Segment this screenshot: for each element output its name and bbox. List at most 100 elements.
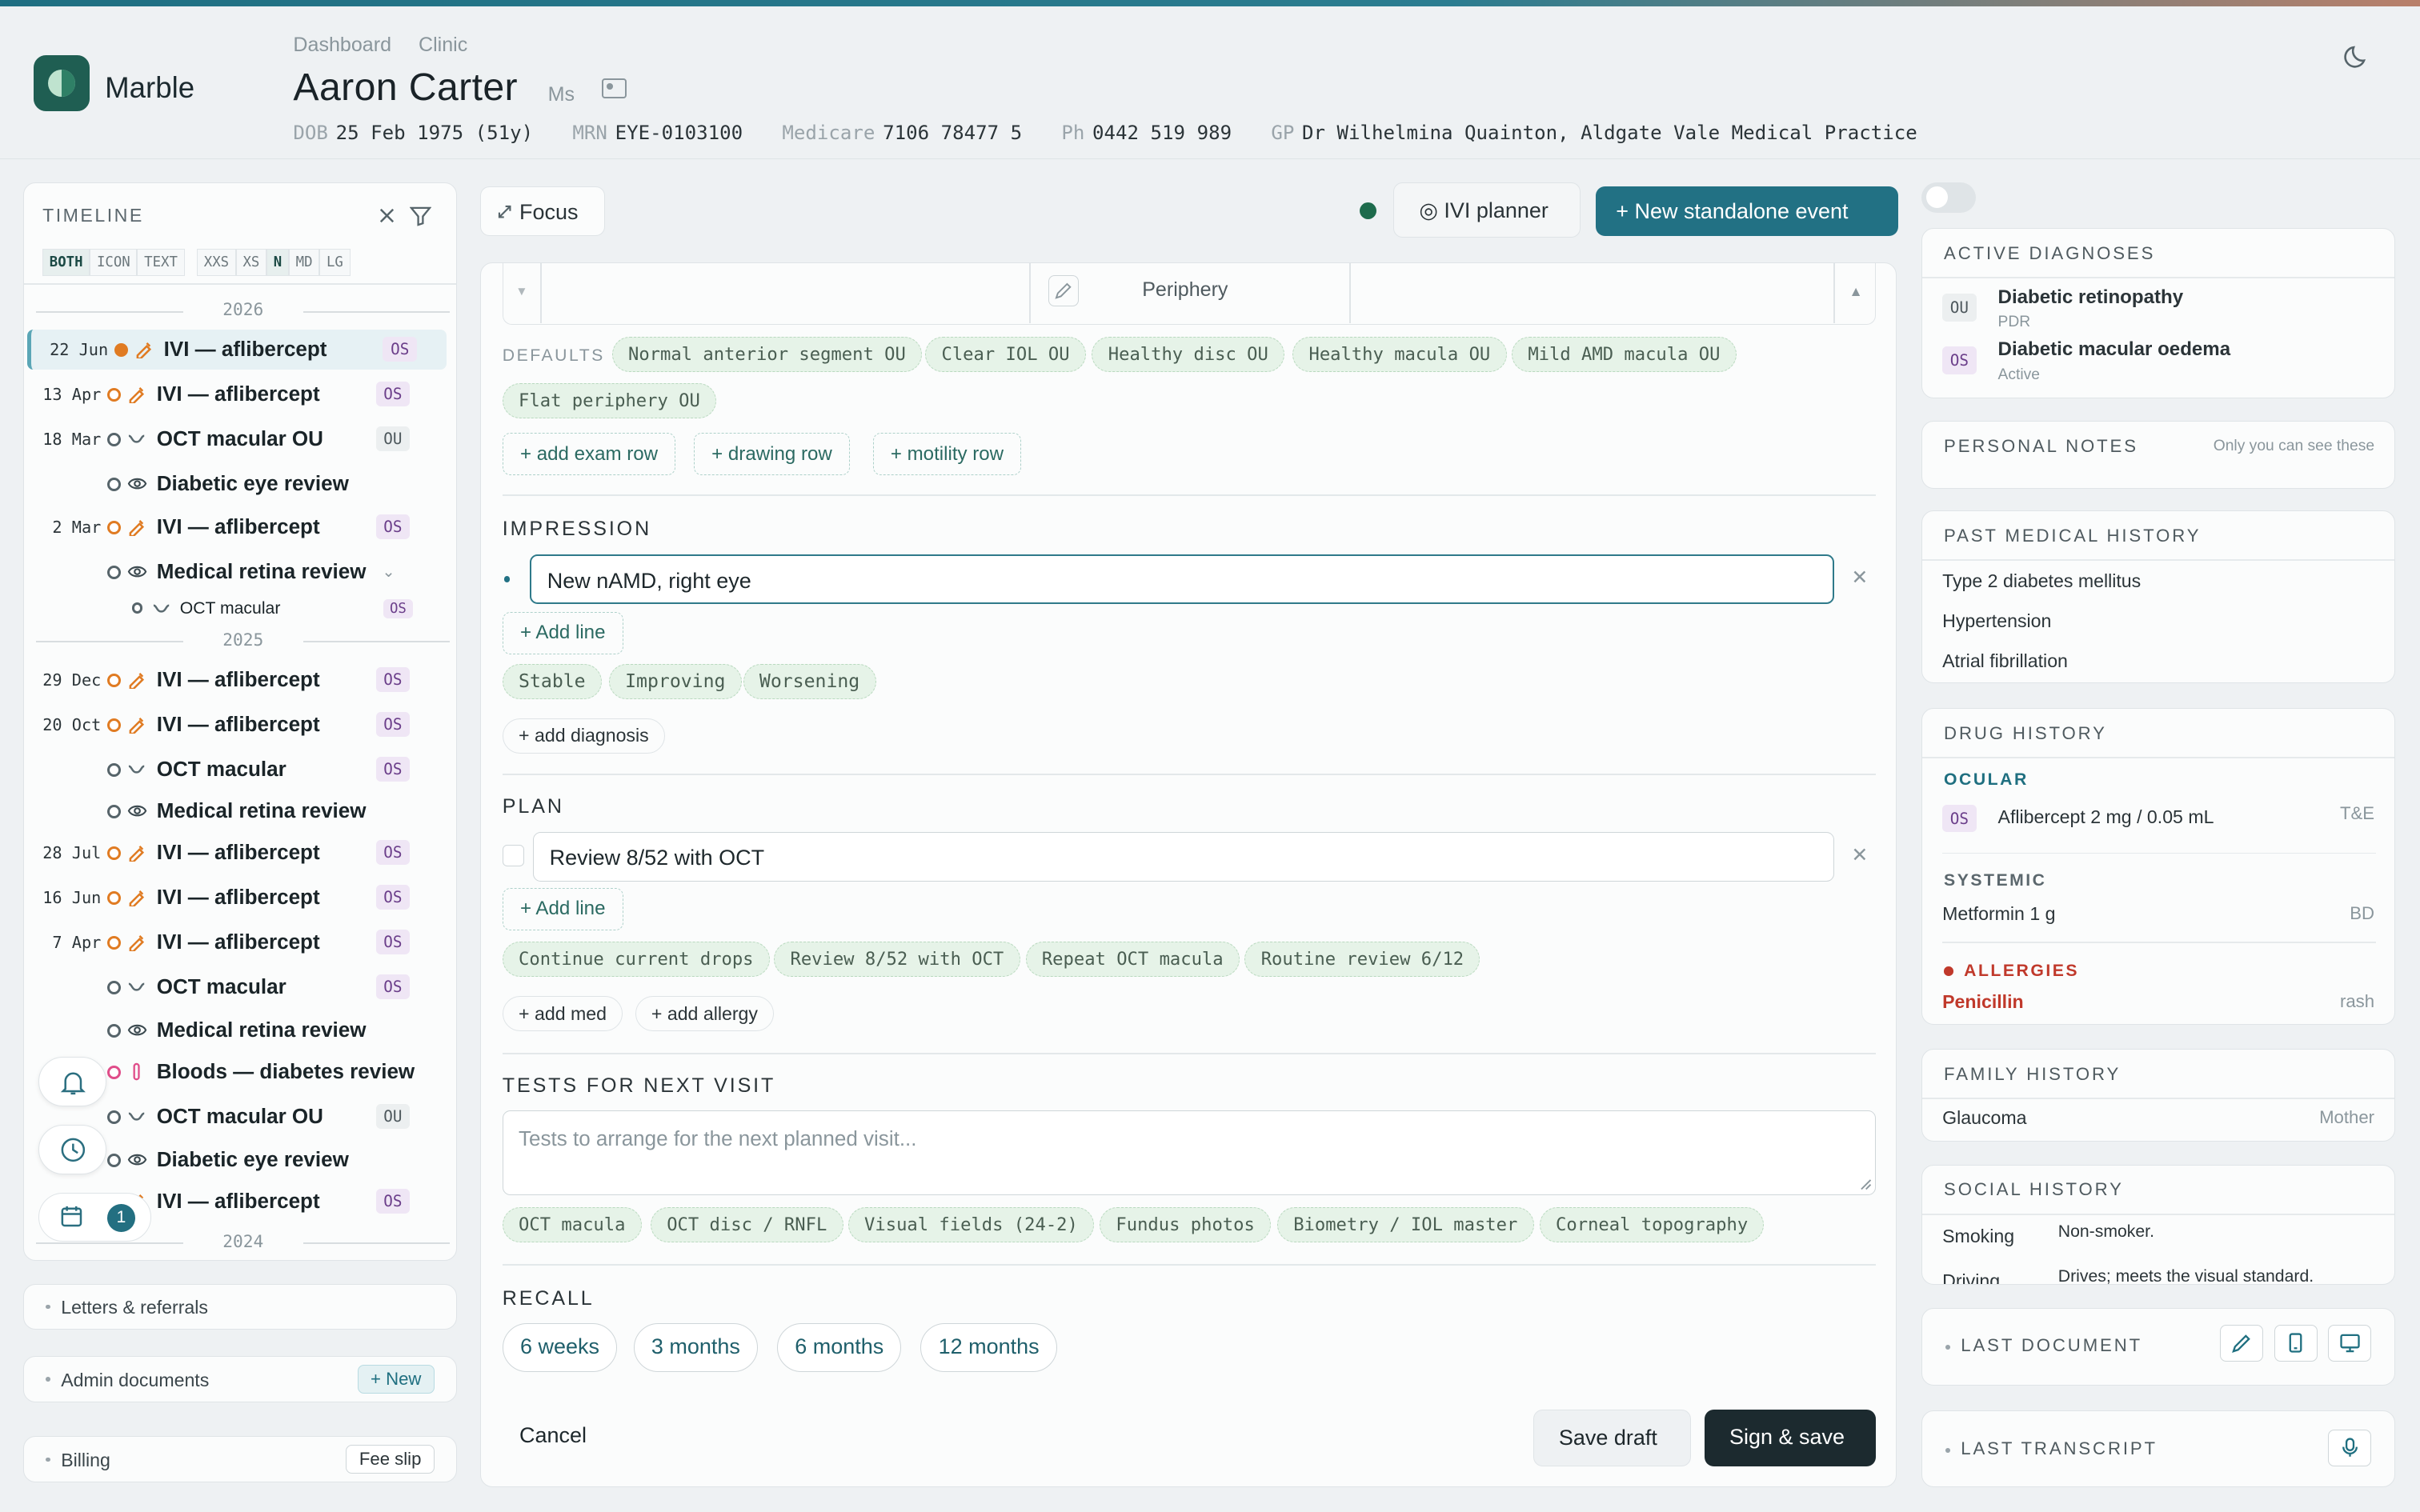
size-md[interactable]: MD (288, 249, 320, 277)
view-both[interactable]: BOTH (42, 249, 90, 277)
status-chip-improving[interactable]: Improving (608, 664, 742, 699)
id-card-icon[interactable] (602, 78, 627, 99)
calendar-button[interactable]: 1 (38, 1192, 151, 1242)
dark-mode-moon-icon[interactable] (2343, 43, 2371, 71)
add-allergy-button[interactable]: + add allergy (635, 995, 775, 1032)
timeline-event[interactable]: 28 Jul IVI — aflibercept OS (24, 832, 456, 872)
timeline-event[interactable]: 13 Apr IVI — aflibercept OS (24, 374, 456, 414)
social-value[interactable]: Drives; meets the visual standard. (2058, 1267, 2314, 1284)
new-standalone-event-button[interactable]: + New standalone event (1596, 186, 1899, 237)
save-draft-button[interactable]: Save draft (1533, 1409, 1691, 1467)
filter-icon[interactable] (410, 205, 432, 226)
allergy-name[interactable]: Penicillin (1942, 991, 2024, 1013)
size-xs[interactable]: XS (235, 249, 267, 277)
plan-add-line-button[interactable]: + Add line (502, 887, 623, 931)
size-xxs[interactable]: XXS (197, 249, 236, 277)
timeline-event[interactable]: OCT macular OS (24, 749, 456, 789)
default-chip[interactable]: Clear IOL OU (925, 337, 1086, 372)
edit-pencil-icon[interactable] (1048, 275, 1080, 306)
timeline-event[interactable]: 29 Dec IVI — aflibercept OS (24, 659, 456, 699)
plan-chip[interactable]: Continue current drops (502, 942, 770, 977)
sign-save-button[interactable]: Sign & save (1705, 1409, 1877, 1467)
test-chip[interactable]: Visual fields (24-2) (847, 1207, 1095, 1242)
last-document-card[interactable]: LAST DOCUMENT (1921, 1308, 2396, 1386)
breadcrumb-dashboard[interactable]: Dashboard (293, 34, 391, 56)
size-n[interactable]: N (266, 249, 289, 277)
row-down-icon[interactable]: ▼ (515, 285, 527, 299)
timeline-event[interactable]: 20 Oct IVI — aflibercept OS (24, 704, 456, 744)
timeline-event[interactable]: Medical retina review (24, 790, 456, 830)
diagnosis-name[interactable]: Diabetic retinopathy (1998, 286, 2184, 309)
recall-3-months[interactable]: 3 months (633, 1322, 759, 1373)
add-diagnosis-button[interactable]: + add diagnosis (502, 718, 665, 754)
timeline-event[interactable]: OCT macular OS (24, 589, 456, 629)
test-chip[interactable]: Biometry / IOL master (1276, 1207, 1534, 1242)
add-motility-row-button[interactable]: + motility row (872, 432, 1022, 476)
recall-12-months[interactable]: 12 months (920, 1322, 1057, 1373)
collapse-icon[interactable] (376, 205, 398, 226)
focus-button[interactable]: Focus (479, 186, 605, 237)
family-history-item[interactable]: Glaucoma (1942, 1107, 2026, 1129)
test-chip[interactable]: OCT macula (502, 1207, 642, 1242)
present-document-button[interactable] (2328, 1324, 2372, 1362)
timeline-event[interactable]: Medical retina review (24, 1010, 456, 1050)
recall-6-months[interactable]: 6 months (777, 1322, 902, 1373)
fee-slip-button[interactable]: Fee slip (346, 1445, 435, 1474)
remove-plan-icon[interactable]: ✕ (1851, 843, 1868, 867)
default-chip[interactable]: Flat periphery OU (502, 383, 717, 418)
letters-referrals-section[interactable]: Letters & referrals (22, 1283, 457, 1330)
cancel-button[interactable]: Cancel (519, 1423, 587, 1448)
test-chip[interactable]: Corneal topography (1539, 1207, 1765, 1242)
ivi-planner-button[interactable]: ◎ IVI planner (1393, 182, 1581, 238)
default-chip[interactable]: Healthy macula OU (1292, 337, 1507, 372)
impression-line-input[interactable]: New nAMD, right eye (530, 554, 1835, 605)
plan-chip[interactable]: Repeat OCT macula (1025, 942, 1240, 977)
panel-toggle[interactable] (1921, 182, 1976, 214)
status-chip-stable[interactable]: Stable (502, 664, 602, 699)
timeline-event[interactable]: 16 Jun IVI — aflibercept OS (24, 877, 456, 917)
size-lg[interactable]: LG (319, 249, 351, 277)
notifications-button[interactable] (38, 1057, 107, 1106)
default-chip[interactable]: Normal anterior segment OU (611, 337, 923, 372)
timeline-event[interactable]: Diabetic eye review (24, 464, 456, 504)
view-icon[interactable]: ICON (90, 249, 138, 277)
marble-logo[interactable] (34, 55, 90, 111)
add-drawing-row-button[interactable]: + drawing row (693, 432, 850, 476)
remove-impression-icon[interactable]: ✕ (1851, 566, 1868, 590)
default-chip[interactable]: Mild AMD macula OU (1512, 337, 1737, 372)
edit-document-button[interactable] (2220, 1324, 2264, 1362)
billing-section[interactable]: Billing Fee slip (22, 1436, 457, 1483)
add-med-button[interactable]: + add med (502, 995, 623, 1032)
pmh-item[interactable]: Atrial fibrillation (1942, 650, 2068, 672)
timeline-event[interactable]: 18 Mar OCT macular OU OU (24, 419, 456, 459)
row-up-icon[interactable]: ▲ (1849, 283, 1862, 300)
timeline-event[interactable]: 2 Mar IVI — aflibercept OS (24, 507, 456, 547)
view-text[interactable]: TEXT (137, 249, 185, 277)
plan-chip[interactable]: Review 8/52 with OCT (774, 942, 1020, 977)
mobile-document-button[interactable] (2274, 1324, 2318, 1362)
recall-6-weeks[interactable]: 6 weeks (502, 1322, 618, 1373)
admin-documents-section[interactable]: Admin documents + New (22, 1356, 457, 1403)
tests-textarea[interactable]: Tests to arrange for the next planned vi… (502, 1110, 1877, 1195)
social-value[interactable]: Non-smoker. (2058, 1222, 2154, 1242)
impression-add-line-button[interactable]: + Add line (502, 611, 623, 654)
ocular-drug-name[interactable]: Aflibercept 2 mg / 0.05 mL (1998, 806, 2214, 828)
plan-checkbox[interactable] (502, 844, 524, 866)
last-transcript-card[interactable]: LAST TRANSCRIPT (1921, 1410, 2396, 1488)
pmh-item[interactable]: Hypertension (1942, 610, 2051, 632)
record-transcript-button[interactable] (2328, 1429, 2372, 1467)
resize-handle-icon[interactable] (1860, 1178, 1872, 1190)
timeline-event[interactable]: 7 Apr IVI — aflibercept OS (24, 922, 456, 962)
systemic-drug-name[interactable]: Metformin 1 g (1942, 903, 2055, 925)
personal-notes-card[interactable]: PERSONAL NOTES Only you can see these (1921, 421, 2396, 490)
pmh-item[interactable]: Type 2 diabetes mellitus (1942, 570, 2141, 592)
timeline-event[interactable]: OCT macular OS (24, 966, 456, 1006)
default-chip[interactable]: Healthy disc OU (1092, 337, 1285, 372)
history-button[interactable] (38, 1124, 107, 1174)
status-chip-worsening[interactable]: Worsening (743, 664, 876, 699)
plan-chip[interactable]: Routine review 6/12 (1244, 942, 1480, 977)
test-chip[interactable]: Fundus photos (1100, 1207, 1272, 1242)
timeline-event[interactable]: 22 Jun IVI — aflibercept OS (26, 329, 447, 370)
admin-new-button[interactable]: + New (357, 1364, 435, 1394)
add-exam-row-button[interactable]: + add exam row (502, 432, 676, 476)
